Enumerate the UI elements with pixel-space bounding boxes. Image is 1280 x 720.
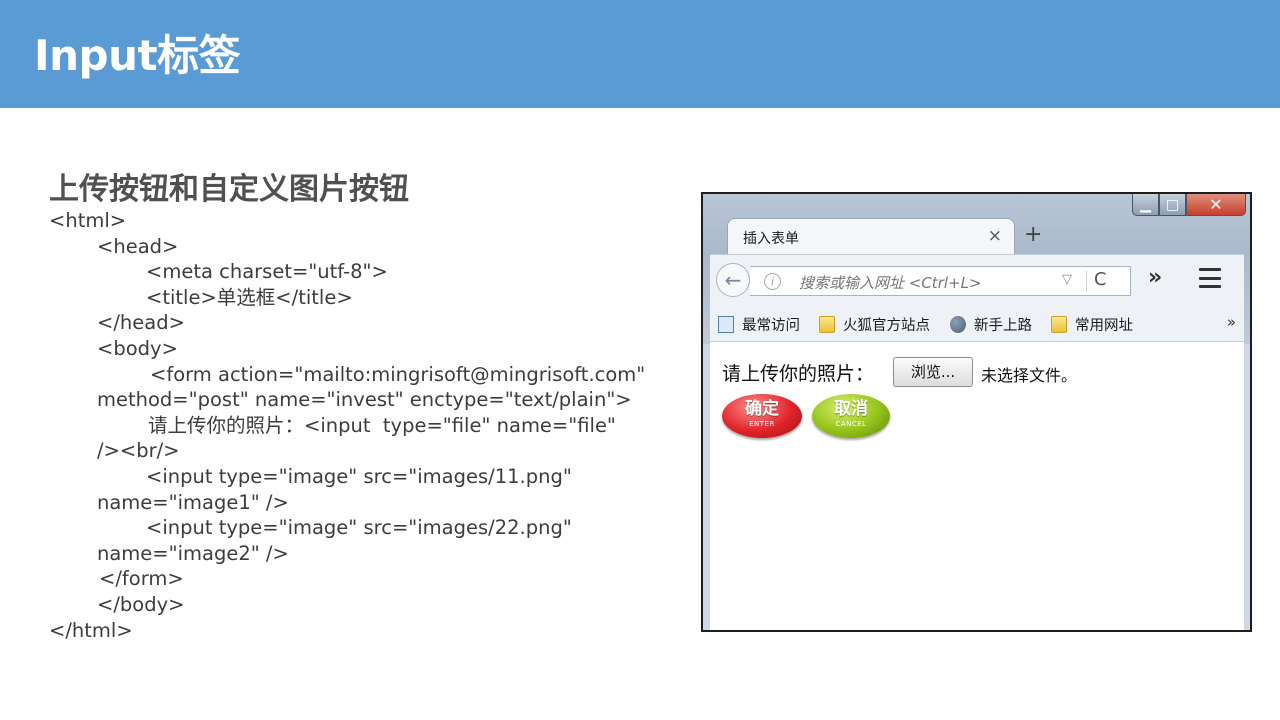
section-title: 上传按钮和自定义图片按钮 xyxy=(49,172,409,207)
bookmark-label: 火狐官方站点 xyxy=(843,318,930,334)
code-line: method="post" name="invest" enctype="tex… xyxy=(97,388,632,412)
url-placeholder: 搜索或输入网址 <Ctrl+L> xyxy=(799,274,982,292)
browse-button[interactable]: 浏览... xyxy=(893,357,973,387)
bookmark-most-visited[interactable]: 最常访问 xyxy=(718,314,800,335)
bookmark-label: 常用网址 xyxy=(1075,318,1133,334)
code-line: <meta charset="utf-8"> xyxy=(146,260,388,284)
window-controls: ▁ □ ✕ xyxy=(1132,194,1246,218)
browser-window: ▁ □ ✕ 插入表单 × + ← i 搜索或输入网址 <Ctrl+L> ▽ C … xyxy=(701,192,1252,632)
code-line: <input type="image" src="images/22.png" xyxy=(146,516,572,540)
tab-title: 插入表单 xyxy=(743,231,799,247)
cancel-image-button[interactable]: 取消 CANCEL xyxy=(812,394,890,438)
url-bar[interactable]: i 搜索或输入网址 <Ctrl+L> ▽ C xyxy=(750,266,1131,296)
bookmark-firefox-site[interactable]: 火狐官方站点 xyxy=(819,314,930,335)
code-line: 请上传你的照片：<input type="file" name="file" xyxy=(148,413,616,437)
code-line: name="image2" /> xyxy=(97,541,289,565)
maximize-button[interactable]: □ xyxy=(1159,194,1186,216)
navigation-bar: ← i 搜索或输入网址 <Ctrl+L> ▽ C » xyxy=(710,254,1244,304)
new-tab-button[interactable]: + xyxy=(1024,222,1042,247)
bookmark-label: 新手上路 xyxy=(974,318,1032,334)
header-bar: Input标签 xyxy=(0,0,1280,108)
folder-icon xyxy=(819,316,835,333)
upload-label: 请上传你的照片： xyxy=(722,363,875,385)
hamburger-menu-icon[interactable] xyxy=(1199,268,1221,288)
code-line: <head> xyxy=(97,234,179,258)
code-line: <input type="image" src="images/11.png" xyxy=(146,465,572,488)
code-line: </html> xyxy=(49,618,133,642)
code-line: </body> xyxy=(97,593,185,616)
bookmark-common-sites[interactable]: 常用网址 xyxy=(1051,314,1133,335)
bookmark-label: 最常访问 xyxy=(742,318,800,334)
close-window-button[interactable]: ✕ xyxy=(1186,194,1246,216)
folder-icon xyxy=(1051,316,1067,333)
code-line: /><br/> xyxy=(97,439,180,463)
ok-image-button[interactable]: 确定 ENTER xyxy=(722,394,802,438)
tab-insert-form[interactable]: 插入表单 × xyxy=(727,218,1015,256)
reload-icon[interactable]: C xyxy=(1094,269,1107,290)
tab-close-icon[interactable]: × xyxy=(988,226,1002,246)
back-button[interactable]: ← xyxy=(716,263,750,297)
code-line: <body> xyxy=(97,337,178,360)
bookmarks-overflow-icon[interactable]: » xyxy=(1227,313,1236,331)
bookmark-getting-started[interactable]: 新手上路 xyxy=(950,314,1032,335)
code-line: <title>单选框</title> xyxy=(146,285,353,309)
dropdown-arrow-icon[interactable]: ▽ xyxy=(1062,272,1072,287)
ok-button-label: 确定 xyxy=(745,399,779,419)
page-content: 请上传你的照片： 浏览... 未选择文件。 确定 ENTER 取消 CANCEL xyxy=(710,342,1244,630)
cancel-button-sublabel: CANCEL xyxy=(835,420,867,428)
cancel-button-label: 取消 xyxy=(834,399,868,419)
bookmarks-toolbar: 最常访问 火狐官方站点 新手上路 常用网址 » xyxy=(710,304,1244,342)
code-line: <html> xyxy=(49,209,127,232)
toolbar-overflow-icon[interactable]: » xyxy=(1148,265,1162,290)
url-separator xyxy=(1086,271,1087,291)
no-file-text: 未选择文件。 xyxy=(981,366,1078,385)
code-line: <form action="mailto:mingrisoft@mingriso… xyxy=(150,362,646,386)
globe-icon xyxy=(950,316,966,333)
page-icon xyxy=(718,316,734,333)
info-icon[interactable]: i xyxy=(764,273,781,290)
minimize-button[interactable]: ▁ xyxy=(1132,194,1159,216)
slide-title: Input标签 xyxy=(34,31,241,80)
code-line: name="image1" /> xyxy=(97,490,289,514)
code-line: </head> xyxy=(97,311,185,335)
code-line: </form> xyxy=(99,567,184,591)
ok-button-sublabel: ENTER xyxy=(749,420,775,428)
